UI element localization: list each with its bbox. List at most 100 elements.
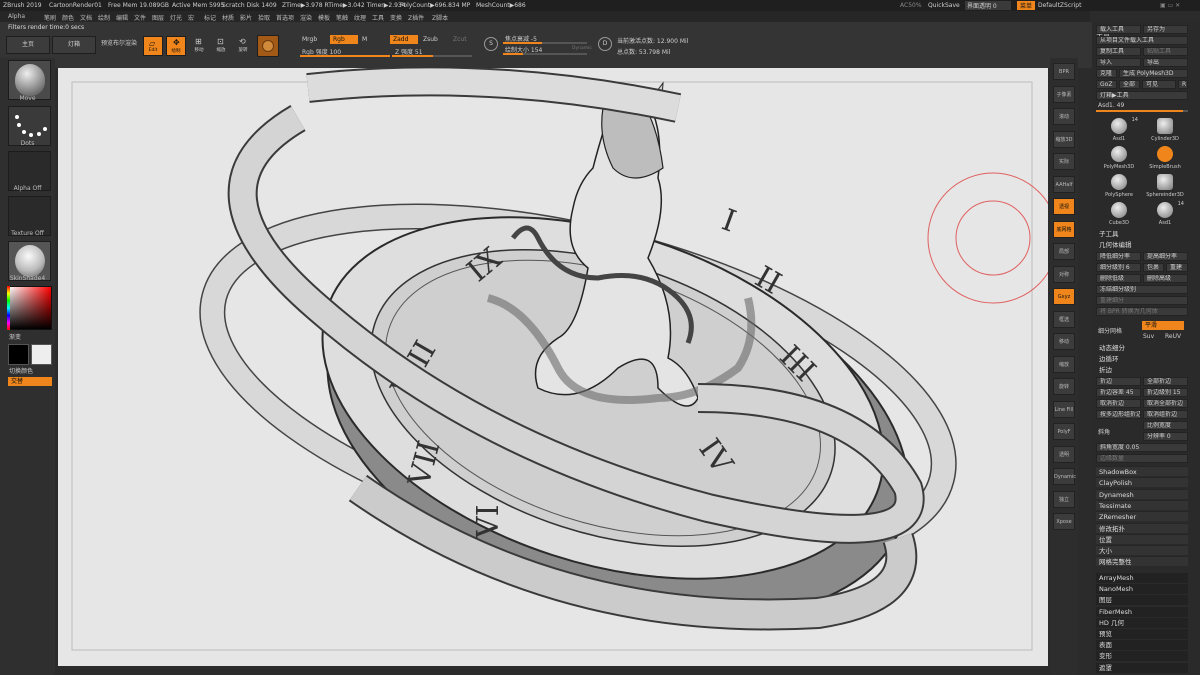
- right-shelf-button-8[interactable]: 局部: [1053, 243, 1075, 260]
- right-shelf-button-17[interactable]: 透明: [1053, 445, 1075, 463]
- menu-10[interactable]: 标记: [204, 13, 216, 22]
- tool-thumbnail[interactable]: Asd1 14: [1144, 200, 1186, 228]
- menu-20[interactable]: 变换: [390, 13, 402, 22]
- goz-visible-button[interactable]: 可见: [1142, 80, 1176, 89]
- goz-r-button[interactable]: R: [1178, 80, 1188, 89]
- save-as-button[interactable]: 另存为: [1143, 25, 1188, 34]
- section-header[interactable]: 遮罩: [1096, 662, 1188, 673]
- zsub-button[interactable]: Zsub: [423, 36, 438, 43]
- section-header[interactable]: 预览: [1096, 629, 1188, 639]
- draw-size-track[interactable]: [503, 53, 587, 55]
- menu-12[interactable]: 影片: [240, 13, 252, 22]
- rebuild-button[interactable]: 重建: [1166, 263, 1188, 272]
- tool-thumbnail[interactable]: Cylinder3D: [1144, 116, 1186, 144]
- geometry-section[interactable]: 几何体编辑: [1096, 240, 1188, 250]
- gradient-label[interactable]: 渐变: [9, 332, 21, 341]
- menu-2[interactable]: 颜色: [62, 13, 74, 22]
- section-header[interactable]: 大小: [1096, 545, 1188, 556]
- right-shelf-button-2[interactable]: 滚动: [1053, 108, 1075, 125]
- crease-button[interactable]: 折边: [1096, 377, 1141, 386]
- clone-button[interactable]: 克隆: [1096, 69, 1117, 78]
- menu-19[interactable]: 工具: [372, 13, 384, 22]
- crease-tolerance-slider[interactable]: 折边容差 45: [1096, 388, 1141, 397]
- section-header[interactable]: 表面: [1096, 640, 1188, 651]
- edge-amount-slider[interactable]: 边缘数量: [1096, 454, 1188, 463]
- section-header[interactable]: ClayPolish: [1096, 477, 1188, 488]
- menu-18[interactable]: 纹理: [354, 13, 366, 22]
- home-button[interactable]: 主页: [6, 36, 50, 54]
- uncrease-all-button[interactable]: 取消全部折边: [1143, 399, 1188, 408]
- bevel-amount-slider[interactable]: 斜角宽度 0.05: [1096, 443, 1188, 452]
- main-color-swatch[interactable]: [8, 344, 29, 365]
- switch-color-button[interactable]: 切换颜色: [9, 366, 33, 375]
- menu-3[interactable]: 文档: [80, 13, 92, 22]
- menu-1[interactable]: 笔刷: [44, 13, 56, 22]
- higher-res-button[interactable]: 提高细分率: [1143, 252, 1188, 261]
- hue-strip[interactable]: [7, 286, 10, 330]
- zcut-button[interactable]: Zcut: [453, 36, 467, 43]
- lightbox-tools-button[interactable]: 灯箱▶工具: [1096, 91, 1188, 100]
- section-header[interactable]: HD 几何: [1096, 617, 1188, 628]
- tool-thumbnail[interactable]: SimpleBrush: [1144, 144, 1186, 172]
- suv-toggle[interactable]: Suv: [1143, 333, 1154, 340]
- freeze-subdivision-button[interactable]: 冻结细分级别: [1096, 285, 1188, 294]
- import-button[interactable]: 导入: [1096, 58, 1141, 67]
- delete-lower-button[interactable]: 删除低级: [1096, 274, 1141, 283]
- goz-all-button[interactable]: 全部: [1119, 80, 1140, 89]
- make-polymesh-button[interactable]: 生成 PolyMesh3D: [1119, 69, 1188, 78]
- bevel-width-toggle[interactable]: 比例宽度: [1143, 421, 1188, 430]
- right-shelf-button-4[interactable]: 实际: [1053, 153, 1075, 170]
- menu-13[interactable]: 拾取: [258, 13, 270, 22]
- copy-tool-button[interactable]: 复制工具: [1096, 47, 1141, 56]
- section-header[interactable]: 变形: [1096, 651, 1188, 662]
- crease-pg-button[interactable]: 按多边形组折边: [1096, 410, 1141, 419]
- scale-mode-button[interactable]: ⊡ 缩放: [212, 36, 230, 56]
- bpr-to-geo-button[interactable]: 将 BPR 转换为几何体: [1096, 307, 1188, 316]
- right-shelf-button-10[interactable]: Gxyz: [1053, 288, 1075, 305]
- subtool-section[interactable]: 子工具: [1096, 229, 1188, 239]
- lower-res-button[interactable]: 降低细分率: [1096, 252, 1141, 261]
- paste-tool-button[interactable]: 粘贴工具: [1143, 47, 1188, 56]
- right-shelf-button-0[interactable]: BPR: [1053, 63, 1075, 80]
- tool-thumbnail[interactable]: PolyMesh3D: [1098, 144, 1140, 172]
- smooth-toggle[interactable]: 平滑: [1142, 321, 1184, 330]
- uncrease-button[interactable]: 取消折边: [1096, 399, 1141, 408]
- menu-14[interactable]: 首选项: [276, 13, 294, 22]
- menu-6[interactable]: 文件: [134, 13, 146, 22]
- brush-thumbnail[interactable]: [8, 60, 51, 100]
- right-shelf-button-20[interactable]: Xpose: [1053, 513, 1075, 530]
- d-button-icon[interactable]: D: [598, 37, 612, 51]
- right-shelf-button-11[interactable]: 框选: [1053, 310, 1075, 328]
- alternate-button[interactable]: 交替: [8, 377, 52, 386]
- right-shelf-button-1[interactable]: 子像素: [1053, 85, 1075, 103]
- rgb-button[interactable]: Rgb: [330, 35, 358, 44]
- menu-11[interactable]: 材质: [222, 13, 234, 22]
- tool-thumbnail[interactable]: Sphereinder3D: [1144, 172, 1186, 200]
- crease-section[interactable]: 折边: [1096, 365, 1188, 375]
- section-header[interactable]: 图层: [1096, 595, 1188, 606]
- menu-8[interactable]: 灯光: [170, 13, 182, 22]
- dynamic-subdiv-section[interactable]: 动态细分: [1096, 343, 1188, 353]
- bpr-preview-button[interactable]: 预览布尔渲染: [98, 36, 140, 54]
- load-from-project-button[interactable]: 从项目文件载入工具: [1096, 36, 1188, 45]
- menu-9[interactable]: 宏: [188, 13, 194, 22]
- menu-4[interactable]: 绘制: [98, 13, 110, 22]
- reuv-toggle[interactable]: ReUV: [1165, 333, 1181, 340]
- right-shelf-button-14[interactable]: 旋转: [1053, 378, 1075, 395]
- section-header[interactable]: 网格完整性: [1096, 556, 1188, 567]
- menu-16[interactable]: 模板: [318, 13, 330, 22]
- rotate-mode-button[interactable]: ⟲ 旋转: [234, 36, 252, 56]
- right-shelf-button-5[interactable]: AAHalf: [1053, 175, 1075, 193]
- reconstruct-subdiv-button[interactable]: 重建细分: [1096, 296, 1188, 305]
- right-shelf-button-3[interactable]: 缩放3D: [1053, 130, 1075, 148]
- focal-shift-track[interactable]: [503, 42, 587, 44]
- section-header[interactable]: ShadowBox: [1096, 466, 1188, 476]
- right-shelf-button-13[interactable]: 缩放: [1053, 355, 1075, 373]
- section-header[interactable]: 位置: [1096, 533, 1188, 544]
- goz-button[interactable]: GoZ: [1096, 80, 1117, 89]
- menu-21[interactable]: Z插件: [408, 13, 424, 22]
- section-header[interactable]: NanoMesh: [1096, 584, 1188, 595]
- delete-higher-button[interactable]: 删除高级: [1143, 274, 1188, 283]
- right-shelf-button-16[interactable]: PolyF: [1053, 423, 1075, 440]
- export-button[interactable]: 导出: [1143, 58, 1188, 67]
